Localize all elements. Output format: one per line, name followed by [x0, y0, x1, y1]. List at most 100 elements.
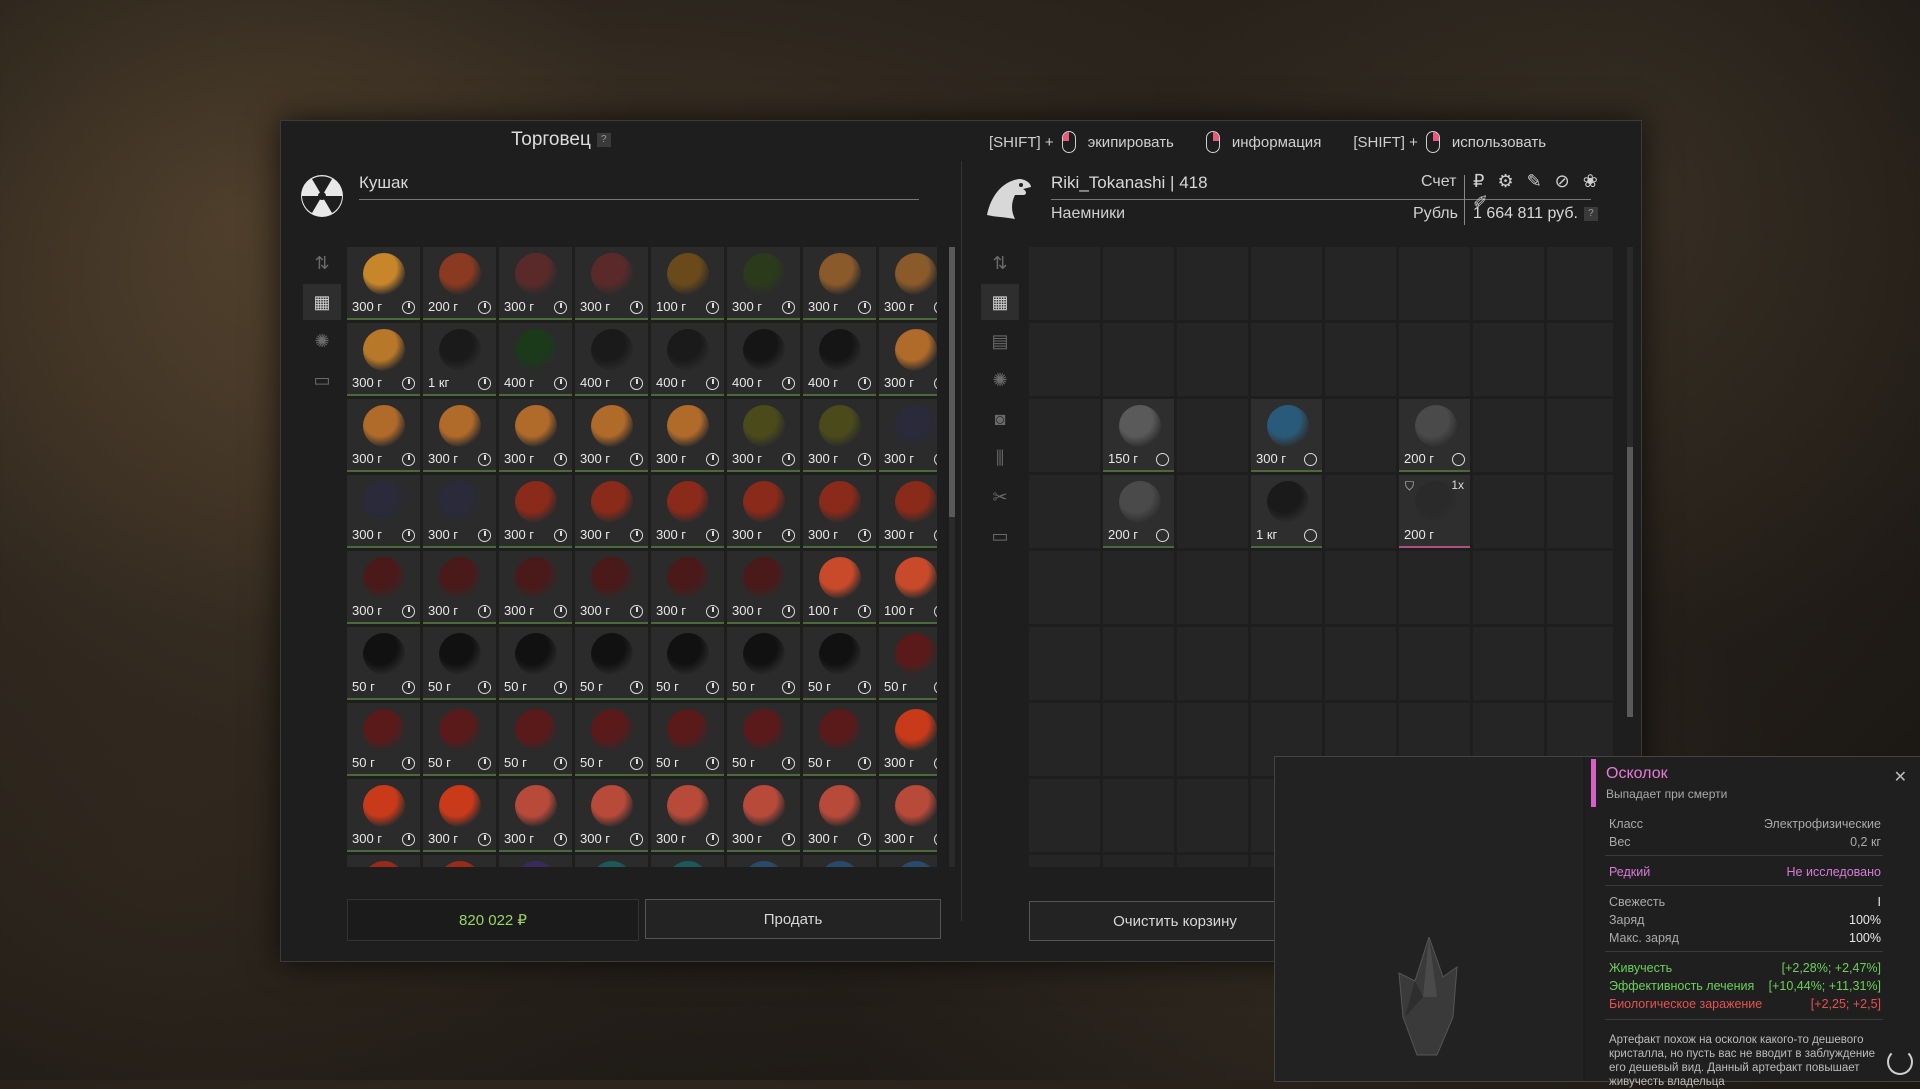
player-inventory-slot[interactable]: [1473, 627, 1544, 700]
trader-item-slot[interactable]: 300 г: [347, 323, 420, 396]
trader-item-slot[interactable]: 300 г: [651, 779, 724, 852]
trader-item-slot[interactable]: 50 г: [347, 703, 420, 776]
trader-item-slot[interactable]: 300 г: [727, 399, 800, 472]
player-inventory-slot[interactable]: 150 г: [1103, 399, 1174, 472]
artifact-icon[interactable]: ✺: [981, 362, 1019, 398]
player-inventory-slot[interactable]: [1029, 247, 1100, 320]
player-inventory-slot[interactable]: [1473, 399, 1544, 472]
sell-button[interactable]: Продать: [645, 899, 941, 939]
trader-item-slot[interactable]: [499, 855, 572, 867]
trader-item-slot[interactable]: 300 г: [879, 399, 937, 472]
player-inventory-slot[interactable]: [1251, 323, 1322, 396]
player-inventory-slot[interactable]: [1547, 475, 1613, 548]
trader-item-slot[interactable]: 300 г: [879, 779, 937, 852]
player-inventory-slot[interactable]: [1325, 247, 1396, 320]
player-inventory-slot[interactable]: [1029, 627, 1100, 700]
trader-item-slot[interactable]: 100 г: [879, 551, 937, 624]
player-inventory-slot[interactable]: [1177, 475, 1248, 548]
trader-item-slot[interactable]: 300 г: [575, 475, 648, 548]
player-inventory-slot[interactable]: [1029, 551, 1100, 624]
player-inventory-slot[interactable]: [1177, 399, 1248, 472]
player-inventory-slot[interactable]: 300 г: [1251, 399, 1322, 472]
player-inventory-slot[interactable]: [1399, 323, 1470, 396]
player-inventory-slot[interactable]: [1177, 627, 1248, 700]
player-inventory-slot[interactable]: [1473, 551, 1544, 624]
trader-item-slot[interactable]: 300 г: [727, 475, 800, 548]
trader-scroll-thumb[interactable]: [949, 247, 955, 517]
player-inventory-slot[interactable]: 1 кг: [1251, 475, 1322, 548]
player-inventory-slot[interactable]: [1103, 855, 1174, 867]
player-scroll-thumb[interactable]: [1627, 447, 1633, 717]
trader-item-slot[interactable]: 100 г: [651, 247, 724, 320]
player-inventory-slot[interactable]: [1103, 323, 1174, 396]
trader-item-slot[interactable]: 50 г: [879, 627, 937, 700]
player-inventory-slot[interactable]: [1029, 399, 1100, 472]
trader-item-slot[interactable]: 300 г: [347, 247, 420, 320]
player-inventory-slot[interactable]: [1473, 247, 1544, 320]
player-scrollbar[interactable]: [1627, 247, 1633, 717]
player-inventory-slot[interactable]: [1399, 627, 1470, 700]
player-inventory-slot[interactable]: [1177, 323, 1248, 396]
trader-item-slot[interactable]: 50 г: [423, 703, 496, 776]
trader-item-slot[interactable]: 300 г: [575, 551, 648, 624]
trader-item-slot[interactable]: 300 г: [423, 551, 496, 624]
trader-item-slot[interactable]: 300 г: [575, 247, 648, 320]
trader-item-slot[interactable]: 1 кг: [423, 323, 496, 396]
player-inventory-slot[interactable]: [1399, 247, 1470, 320]
trader-item-slot[interactable]: 300 г: [499, 475, 572, 548]
player-inventory-slot[interactable]: 200 г: [1399, 399, 1470, 472]
player-inventory-slot[interactable]: 200 г 1x ⛉: [1399, 475, 1470, 548]
player-inventory-slot[interactable]: [1547, 399, 1613, 472]
trader-item-slot[interactable]: [347, 855, 420, 867]
player-inventory-slot[interactable]: [1547, 551, 1613, 624]
trader-item-slot[interactable]: 300 г: [651, 551, 724, 624]
refresh-icon[interactable]: [1887, 1049, 1913, 1075]
trader-item-slot[interactable]: 300 г: [499, 399, 572, 472]
player-inventory-slot[interactable]: [1251, 247, 1322, 320]
grid-icon[interactable]: ▦: [303, 284, 341, 320]
trader-item-slot[interactable]: 50 г: [727, 703, 800, 776]
trader-item-slot[interactable]: 300 г: [347, 551, 420, 624]
trader-item-slot[interactable]: 400 г: [499, 323, 572, 396]
tools-icon[interactable]: ✂: [981, 479, 1019, 515]
trader-item-slot[interactable]: 300 г: [879, 475, 937, 548]
player-inventory-slot[interactable]: [1029, 475, 1100, 548]
player-inventory-slot[interactable]: [1251, 627, 1322, 700]
player-inventory-slot[interactable]: [1103, 551, 1174, 624]
player-inventory-slot[interactable]: [1325, 323, 1396, 396]
trader-item-slot[interactable]: 50 г: [803, 703, 876, 776]
player-inventory-slot[interactable]: 200 г: [1103, 475, 1174, 548]
trader-item-slot[interactable]: 50 г: [423, 627, 496, 700]
trader-item-slot[interactable]: 300 г: [423, 779, 496, 852]
player-inventory-slot[interactable]: [1177, 855, 1248, 867]
trader-item-slot[interactable]: 300 г: [803, 779, 876, 852]
box-icon[interactable]: ▭: [981, 518, 1019, 554]
player-inventory-slot[interactable]: [1103, 779, 1174, 852]
player-inventory-slot[interactable]: [1325, 627, 1396, 700]
grid-icon[interactable]: ▦: [981, 284, 1019, 320]
trader-item-slot[interactable]: 50 г: [651, 703, 724, 776]
trader-item-slot[interactable]: 300 г: [499, 779, 572, 852]
player-inventory-slot[interactable]: [1547, 627, 1613, 700]
trader-item-slot[interactable]: 300 г: [727, 551, 800, 624]
player-inventory-slot[interactable]: [1029, 323, 1100, 396]
trader-item-slot[interactable]: 300 г: [347, 475, 420, 548]
trader-item-slot[interactable]: 300 г: [803, 399, 876, 472]
player-inventory-slot[interactable]: [1103, 627, 1174, 700]
trader-item-slot[interactable]: 50 г: [575, 627, 648, 700]
player-inventory-slot[interactable]: [1103, 247, 1174, 320]
box-icon[interactable]: ▭: [303, 362, 341, 398]
trader-item-slot[interactable]: [879, 855, 937, 867]
armor-icon[interactable]: ▤: [981, 323, 1019, 359]
player-inventory-slot[interactable]: [1547, 323, 1613, 396]
player-inventory-slot[interactable]: [1029, 779, 1100, 852]
trader-item-slot[interactable]: 300 г: [879, 703, 937, 776]
trader-item-slot[interactable]: 300 г: [347, 399, 420, 472]
player-inventory-slot[interactable]: [1029, 703, 1100, 776]
trader-item-slot[interactable]: 400 г: [651, 323, 724, 396]
trader-item-slot[interactable]: 300 г: [423, 475, 496, 548]
trader-item-slot[interactable]: [803, 855, 876, 867]
trader-item-slot[interactable]: 400 г: [803, 323, 876, 396]
trader-item-slot[interactable]: 300 г: [347, 779, 420, 852]
trader-item-slot[interactable]: 100 г: [803, 551, 876, 624]
